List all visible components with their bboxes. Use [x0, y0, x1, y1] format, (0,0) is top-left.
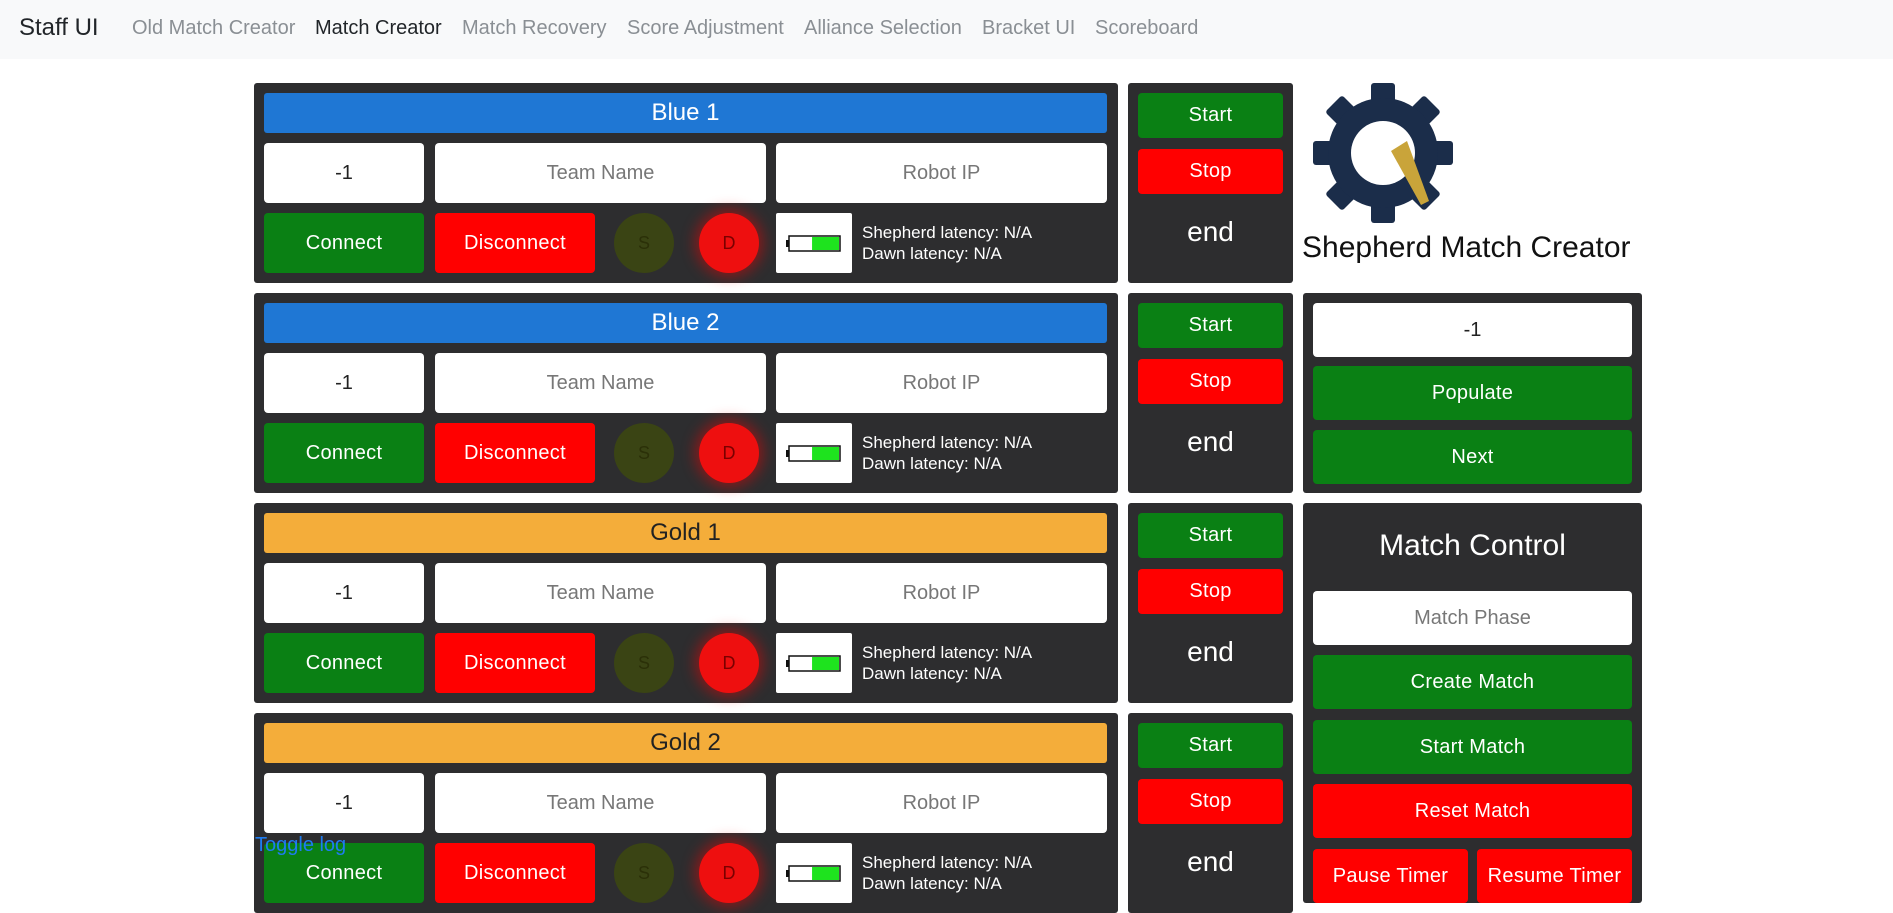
- robot-ip-input[interactable]: Robot IP: [776, 773, 1107, 833]
- robot-ip-input[interactable]: Robot IP: [776, 353, 1107, 413]
- nav-scoreboard[interactable]: Scoreboard: [1095, 17, 1198, 40]
- dawn-latency-text: Dawn latency: N/A: [862, 244, 1002, 263]
- connect-button[interactable]: Connect: [264, 423, 424, 483]
- connect-button[interactable]: Connect: [264, 633, 424, 693]
- shepherd-latency-text: Shepherd latency: N/A: [862, 433, 1033, 452]
- disconnect-button[interactable]: Disconnect: [435, 843, 595, 903]
- team-number-input[interactable]: -1: [264, 143, 424, 203]
- team-number-input[interactable]: -1: [264, 563, 424, 623]
- team-number-input[interactable]: -1: [264, 353, 424, 413]
- robot-control-panel-gold-2: Start Stop end: [1128, 713, 1293, 913]
- dawn-latency-text: Dawn latency: N/A: [862, 664, 1002, 683]
- stop-robot-button[interactable]: Stop: [1138, 569, 1283, 614]
- battery-icon: [776, 633, 852, 693]
- start-match-button[interactable]: Start Match: [1313, 720, 1632, 774]
- dawn-status-indicator: D: [699, 213, 759, 273]
- robot-title-bar: Gold 2: [264, 723, 1107, 763]
- dawn-status-indicator: D: [699, 843, 759, 903]
- nav-bracket-ui[interactable]: Bracket UI: [982, 17, 1075, 40]
- robot-title-bar: Blue 2: [264, 303, 1107, 343]
- connect-button[interactable]: Connect: [264, 213, 424, 273]
- stop-robot-button[interactable]: Stop: [1138, 149, 1283, 194]
- nav-match-creator[interactable]: Match Creator: [315, 17, 442, 40]
- robot-state-text: end: [1187, 636, 1234, 667]
- match-number-panel: -1 Populate Next: [1303, 293, 1642, 493]
- pause-timer-button[interactable]: Pause Timer: [1313, 849, 1468, 903]
- battery-icon: [776, 843, 852, 903]
- robot-control-panel-gold-1: Start Stop end: [1128, 503, 1293, 703]
- shepherd-status-indicator: S: [614, 843, 674, 903]
- battery-icon: [776, 423, 852, 483]
- reset-match-button[interactable]: Reset Match: [1313, 784, 1632, 838]
- brand-link[interactable]: Staff UI: [19, 14, 99, 42]
- robot-ip-input[interactable]: Robot IP: [776, 563, 1107, 623]
- nav-match-recovery[interactable]: Match Recovery: [462, 17, 607, 40]
- start-robot-button[interactable]: Start: [1138, 723, 1283, 768]
- stop-robot-button[interactable]: Stop: [1138, 779, 1283, 824]
- dawn-status-indicator: D: [699, 423, 759, 483]
- start-robot-button[interactable]: Start: [1138, 303, 1283, 348]
- nav-alliance-selection[interactable]: Alliance Selection: [804, 17, 962, 40]
- shepherd-status-indicator: S: [614, 633, 674, 693]
- nav-score-adjustment[interactable]: Score Adjustment: [627, 17, 784, 40]
- team-name-input[interactable]: Team Name: [435, 143, 766, 203]
- match-control-title: Match Control: [1379, 529, 1566, 562]
- disconnect-button[interactable]: Disconnect: [435, 213, 595, 273]
- resume-timer-button[interactable]: Resume Timer: [1477, 849, 1632, 903]
- shepherd-latency-text: Shepherd latency: N/A: [862, 853, 1033, 872]
- shepherd-latency-text: Shepherd latency: N/A: [862, 223, 1033, 242]
- top-navbar: Staff UI Old Match Creator Match Creator…: [0, 0, 1893, 59]
- stop-robot-button[interactable]: Stop: [1138, 359, 1283, 404]
- robot-control-panel-blue-2: Start Stop end: [1128, 293, 1293, 493]
- shepherd-status-indicator: S: [614, 423, 674, 483]
- start-robot-button[interactable]: Start: [1138, 93, 1283, 138]
- logo-title: Shepherd Match Creator: [1302, 231, 1631, 264]
- match-number-input[interactable]: -1: [1313, 303, 1632, 357]
- dawn-latency-text: Dawn latency: N/A: [862, 454, 1002, 473]
- robot-ip-input[interactable]: Robot IP: [776, 143, 1107, 203]
- robot-state-text: end: [1187, 846, 1234, 877]
- robot-title-bar: Blue 1: [264, 93, 1107, 133]
- shepherd-latency-text: Shepherd latency: N/A: [862, 643, 1033, 662]
- robot-panel-gold-2: Gold 2 -1 Team Name Robot IP Connect Dis…: [254, 713, 1118, 913]
- team-name-input[interactable]: Team Name: [435, 773, 766, 833]
- nav-old-match-creator[interactable]: Old Match Creator: [132, 17, 295, 40]
- disconnect-button[interactable]: Disconnect: [435, 633, 595, 693]
- match-phase-input[interactable]: Match Phase: [1313, 591, 1632, 645]
- create-match-button[interactable]: Create Match: [1313, 655, 1632, 709]
- dawn-status-indicator: D: [699, 633, 759, 693]
- team-name-input[interactable]: Team Name: [435, 563, 766, 623]
- toggle-log-link[interactable]: Toggle log: [255, 834, 346, 857]
- disconnect-button[interactable]: Disconnect: [435, 423, 595, 483]
- match-control-panel: Match Control Match Phase Create Match S…: [1303, 503, 1642, 903]
- robot-state-text: end: [1187, 426, 1234, 457]
- team-number-input[interactable]: -1: [264, 773, 424, 833]
- robot-state-text: end: [1187, 216, 1234, 247]
- next-button[interactable]: Next: [1313, 430, 1632, 484]
- battery-icon: [776, 213, 852, 273]
- robot-title-bar: Gold 1: [264, 513, 1107, 553]
- gear-gauge-logo-icon: [1300, 83, 1470, 233]
- team-name-input[interactable]: Team Name: [435, 353, 766, 413]
- start-robot-button[interactable]: Start: [1138, 513, 1283, 558]
- dawn-latency-text: Dawn latency: N/A: [862, 874, 1002, 893]
- populate-button[interactable]: Populate: [1313, 366, 1632, 420]
- robot-panel-blue-1: Blue 1 -1 Team Name Robot IP Connect Dis…: [254, 83, 1118, 283]
- shepherd-status-indicator: S: [614, 213, 674, 273]
- robot-control-panel-blue-1: Start Stop end: [1128, 83, 1293, 283]
- robot-panel-blue-2: Blue 2 -1 Team Name Robot IP Connect Dis…: [254, 293, 1118, 493]
- robot-panel-gold-1: Gold 1 -1 Team Name Robot IP Connect Dis…: [254, 503, 1118, 703]
